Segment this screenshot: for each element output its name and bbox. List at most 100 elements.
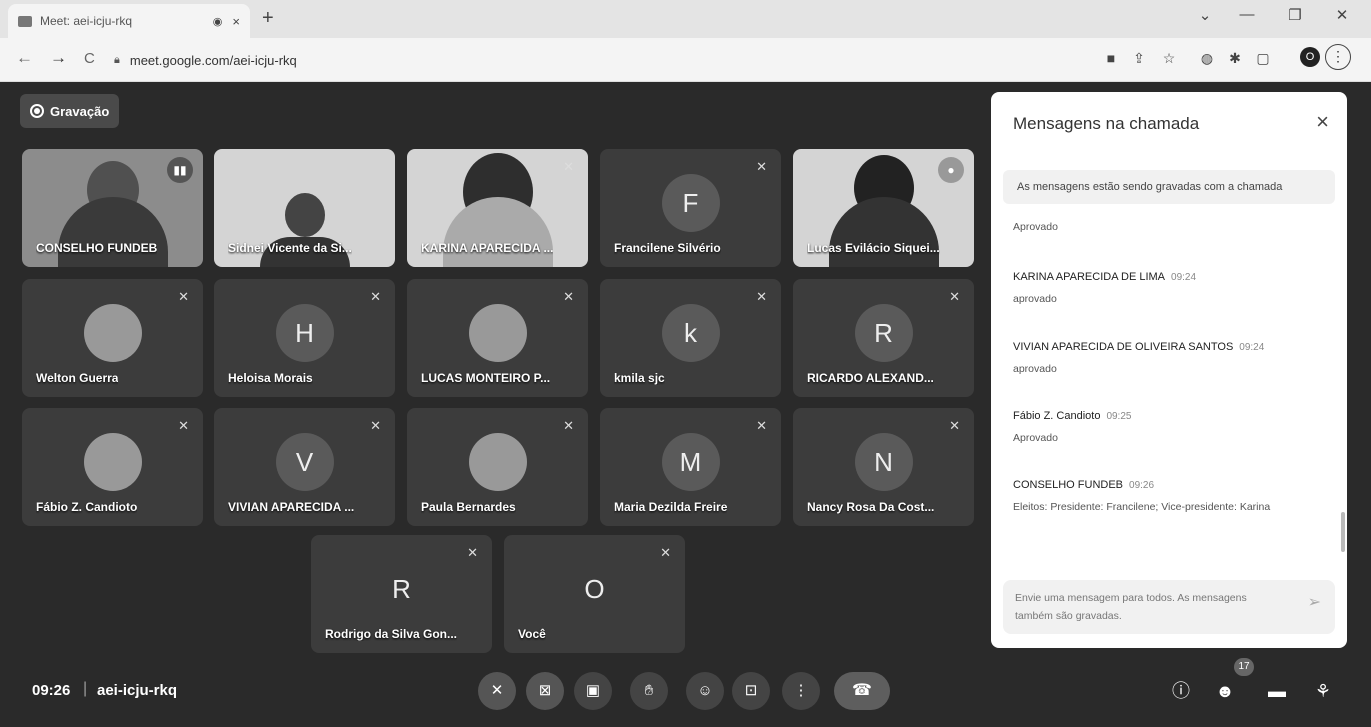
participant-tile[interactable]: ✕ Welton Guerra	[22, 279, 203, 397]
browser-menu-button[interactable]: ⋮	[1325, 44, 1351, 70]
back-button[interactable]: ←	[16, 48, 33, 68]
reload-button[interactable]: C	[84, 50, 95, 67]
chat-message: KARINA APARECIDA DE LIMA 09:24 aprovado	[1013, 267, 1323, 307]
speaking-indicator-icon: ●	[938, 157, 964, 183]
meeting-info-button[interactable]: ⓘ	[1166, 676, 1196, 706]
camera-icon[interactable]: ■	[1100, 50, 1122, 66]
side-panel-icon[interactable]: ▢	[1252, 50, 1274, 67]
message-text: Aprovado	[1013, 221, 1058, 233]
chat-message: VIVIAN APARECIDA DE OLIVEIRA SANTOS 09:24…	[1013, 337, 1323, 377]
share-icon[interactable]: ⇪	[1128, 50, 1150, 67]
participant-name: LUCAS MONTEIRO P...	[421, 371, 551, 385]
participant-avatar: O	[584, 574, 605, 604]
browser-tab-bar: Meet: aei-icju-rkq ◉ × + ⌄ — ❐ ✕	[0, 0, 1371, 38]
participant-avatar: H	[275, 304, 334, 362]
activities-icon: ⚘	[1314, 681, 1332, 701]
more-options-button[interactable]: ⋮	[782, 672, 820, 710]
participant-tile[interactable]: H ✕ Heloisa Morais	[214, 279, 395, 397]
more-vert-icon: ⋮	[793, 682, 809, 699]
message-time: 09:24	[1239, 342, 1265, 353]
participant-tile[interactable]: ▮▮ CONSELHO FUNDEB	[22, 149, 203, 267]
chat-message: CONSELHO FUNDEB 09:26 Eleitos: Presidente…	[1013, 475, 1323, 515]
extension-icon[interactable]: ◍	[1196, 50, 1218, 67]
participant-avatar: N	[854, 433, 913, 491]
participant-avatar: R	[392, 574, 411, 604]
recording-icon	[30, 104, 44, 118]
maximize-button[interactable]: ❐	[1280, 6, 1310, 24]
bookmark-star-icon[interactable]: ☆	[1158, 50, 1180, 67]
participant-tile[interactable]: ● Lucas Evilácio Siquei...	[793, 149, 974, 267]
participant-tile[interactable]: R ✕ Rodrigo da Silva Gon...	[311, 535, 492, 653]
message-sender: KARINA APARECIDA DE LIMA	[1013, 271, 1166, 283]
camera-off-icon: ⊠	[538, 682, 552, 699]
participant-tile[interactable]: ✕ KARINA APARECIDA ...	[407, 149, 588, 267]
raise-hand-button[interactable]: ✋︎	[630, 672, 668, 710]
present-icon: ⊡	[744, 682, 758, 699]
chat-button[interactable]: ▬	[1262, 676, 1292, 706]
chat-scrollbar[interactable]	[1341, 512, 1345, 552]
message-time: 09:24	[1171, 272, 1197, 283]
captions-button[interactable]: ▣	[574, 672, 612, 710]
browser-tab[interactable]: Meet: aei-icju-rkq ◉ ×	[8, 4, 250, 38]
participant-tile[interactable]: ✕ Paula Bernardes	[407, 408, 588, 526]
muted-mic-icon: ✕	[178, 289, 189, 304]
browser-toolbar: ← → C 🔒︎ meet.google.com/aei-icju-rkq ■ …	[0, 38, 1371, 82]
people-button[interactable]: ☻	[1210, 676, 1240, 706]
address-bar[interactable]: 🔒︎ meet.google.com/aei-icju-rkq	[114, 45, 1074, 75]
activities-button[interactable]: ⚘	[1308, 676, 1338, 706]
meet-favicon-icon	[18, 15, 32, 27]
profile-avatar[interactable]: O	[1300, 47, 1320, 67]
participant-tile[interactable]: F ✕ Francilene Silvério	[600, 149, 781, 267]
divider: |	[83, 680, 88, 697]
participant-name: Nancy Rosa Da Cost...	[807, 500, 935, 514]
muted-mic-icon: ✕	[370, 289, 381, 304]
muted-mic-icon: ✕	[756, 159, 767, 174]
self-tile[interactable]: O ✕ Você	[504, 535, 685, 653]
participant-tile[interactable]: M ✕ Maria Dezilda Freire	[600, 408, 781, 526]
forward-button[interactable]: →	[50, 48, 67, 68]
participant-tile[interactable]: ✕ Fábio Z. Candioto	[22, 408, 203, 526]
puzzle-icon[interactable]: ✱	[1224, 50, 1246, 67]
participant-tile[interactable]: k ✕ kmila sjc	[600, 279, 781, 397]
participant-name: Você	[518, 627, 546, 641]
mic-toggle-button[interactable]: ✕	[478, 672, 516, 710]
message-text: Eleitos: Presidente: Francilene; Vice-pr…	[1013, 501, 1271, 513]
chat-panel: Mensagens na chamada × As mensagens estã…	[991, 92, 1347, 648]
participant-tile[interactable]: N ✕ Nancy Rosa Da Cost...	[793, 408, 974, 526]
participant-avatar: k	[661, 304, 720, 362]
tab-search-icon[interactable]: ⌄	[1190, 6, 1220, 24]
muted-mic-icon: ✕	[563, 159, 574, 174]
message-sender: CONSELHO FUNDEB	[1013, 479, 1124, 491]
meeting-code: aei-icju-rkq	[97, 682, 178, 699]
minimize-button[interactable]: —	[1232, 6, 1262, 23]
leave-call-button[interactable]: ☎︎	[834, 672, 890, 710]
hand-icon: ✋︎	[644, 682, 654, 699]
participant-photo	[83, 433, 142, 491]
message-time: 09:26	[1129, 480, 1155, 491]
chat-input-placeholder: Envie uma mensagem para todos. As mensag…	[1015, 592, 1247, 622]
muted-mic-icon: ✕	[660, 545, 671, 560]
chat-message-input[interactable]: Envie uma mensagem para todos. As mensag…	[1003, 580, 1335, 634]
present-button[interactable]: ⊡	[732, 672, 770, 710]
muted-mic-icon: ✕	[949, 289, 960, 304]
close-chat-button[interactable]: ×	[1316, 110, 1329, 134]
participant-name: RICARDO ALEXAND...	[807, 371, 934, 385]
reactions-button[interactable]: ☺	[686, 672, 724, 710]
participant-tile[interactable]: ✕ LUCAS MONTEIRO P...	[407, 279, 588, 397]
muted-mic-icon: ✕	[756, 289, 767, 304]
send-icon[interactable]: ➢	[1308, 594, 1321, 612]
participant-name: VIVIAN APARECIDA ...	[228, 500, 355, 514]
participant-tile[interactable]: R ✕ RICARDO ALEXAND...	[793, 279, 974, 397]
recording-badge[interactable]: Gravação	[20, 94, 120, 128]
message-text: aprovado	[1013, 363, 1057, 375]
close-tab-icon[interactable]: ×	[232, 14, 240, 29]
participant-tile[interactable]: V ✕ VIVIAN APARECIDA ...	[214, 408, 395, 526]
speaking-indicator-icon: ▮▮	[167, 157, 193, 183]
close-window-button[interactable]: ✕	[1327, 6, 1357, 24]
participant-tile[interactable]: Sidnei Vicente da Si...	[214, 149, 395, 267]
message-sender: Fábio Z. Candioto	[1013, 410, 1101, 422]
chat-message: Fábio Z. Candioto 09:25 Aprovado	[1013, 406, 1323, 446]
participant-name: Francilene Silvério	[614, 241, 721, 255]
new-tab-button[interactable]: +	[262, 8, 274, 28]
camera-toggle-button[interactable]: ⊠	[526, 672, 564, 710]
